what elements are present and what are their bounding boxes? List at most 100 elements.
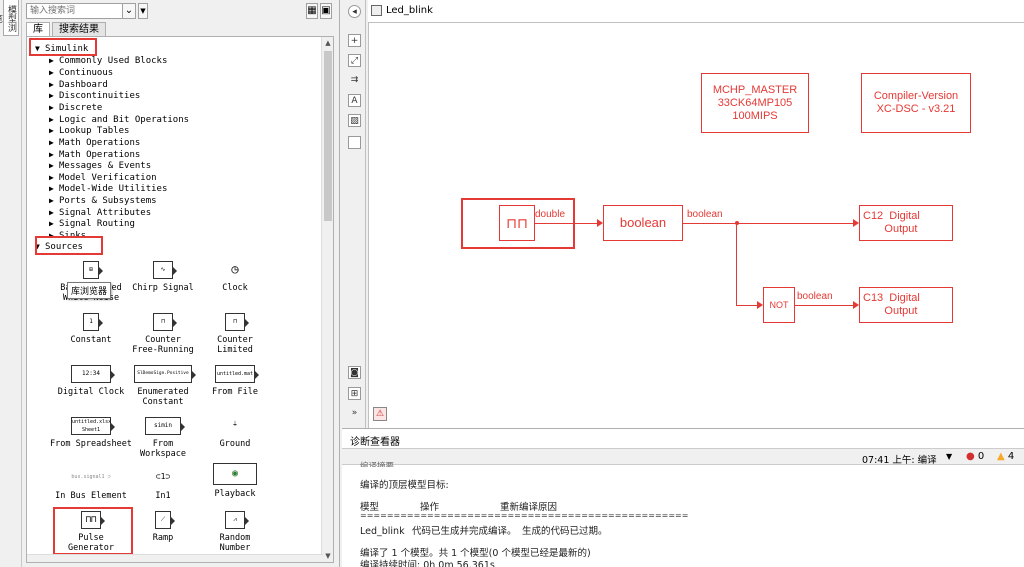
editor-breadcrumb-bar: Led_blink [368, 0, 1024, 22]
collapsed-triangle-icon: ▶ [49, 91, 54, 100]
tooltip: 库浏览器 [67, 282, 112, 299]
library-tabs: 库 搜索结果 [26, 22, 108, 36]
search-input[interactable] [26, 3, 136, 19]
boolean-block[interactable]: boolean [603, 205, 683, 241]
wire [736, 305, 758, 306]
error-count[interactable]: ● 0 [966, 451, 984, 462]
from-spreadsheet-icon: untitled.xlsx Sheet1 [71, 417, 115, 435]
model-canvas[interactable]: MCHP_MASTER 33CK64MP105 100MIPS Compiler… [368, 22, 1024, 428]
side-strip: 模型浏览 [0, 0, 22, 567]
diagnostic-viewer: 诊断查看器 07:41 上午: 编译 ▼ ● 0 ▲ 4 编译摘要 编译的顶层模… [342, 428, 1024, 567]
from-workspace-icon: simin [145, 417, 185, 435]
warning-count[interactable]: ▲ 4 [997, 451, 1014, 462]
diag-separator: ========================================… [360, 511, 689, 520]
c12-digital-output-block[interactable]: C12 Digital Output [859, 205, 953, 241]
playback-icon: ◉ [213, 463, 257, 485]
tree-item[interactable]: ▶ Math Operations [49, 137, 140, 149]
tree-item[interactable]: ▶ Commonly Used Blocks [49, 55, 167, 67]
text-icon[interactable]: A [348, 94, 361, 107]
ground-icon: ⏚ [223, 417, 247, 435]
report-icon[interactable]: ⚠ [373, 407, 387, 421]
tree-item[interactable]: ▶ Lookup Tables [49, 125, 129, 137]
collapsed-triangle-icon: ▶ [49, 115, 54, 124]
signal-label-boolean: boolean [687, 209, 723, 220]
wire [535, 223, 597, 224]
error-icon: ● [966, 451, 975, 462]
counter-limited-icon: ⊓ [225, 313, 249, 331]
diag-duration: 编译持续时间: 0h 0m 56.361s [360, 560, 495, 567]
clock-icon: ◷ [227, 261, 243, 279]
tree-item[interactable]: ▶ Discontinuities [49, 90, 140, 102]
tab-library[interactable]: 库 [26, 22, 50, 36]
breadcrumb[interactable]: Led_blink [386, 5, 433, 16]
tree-item[interactable]: ▶ Signal Routing [49, 218, 135, 230]
diag-target-line: 编译的顶层模型目标: [360, 480, 449, 491]
mchp-master-block[interactable]: MCHP_MASTER 33CK64MP105 100MIPS [701, 73, 809, 133]
collapsed-triangle-icon: ▶ [49, 138, 54, 147]
block-playback[interactable]: ◉ Playback [191, 463, 279, 499]
tree-item[interactable]: ▶ Discrete [49, 102, 102, 114]
collapsed-triangle-icon: ▶ [49, 184, 54, 193]
tree-icon[interactable]: ⊞ [348, 387, 361, 400]
area-icon[interactable] [348, 136, 361, 149]
fit-icon[interactable]: ⤢ [348, 54, 361, 67]
collapsed-triangle-icon: ▶ [49, 126, 54, 135]
c13-digital-output-block[interactable]: C13 Digital Output [859, 287, 953, 323]
white-noise-icon: ⊞ [83, 261, 103, 279]
arrows-icon[interactable]: ⇉ [348, 74, 361, 87]
refresh-icon[interactable]: ▦ [306, 3, 318, 19]
collapsed-triangle-icon: ▶ [49, 161, 54, 170]
scroll-thumb[interactable] [324, 51, 332, 221]
diagnostic-status-bar: 07:41 上午: 编译 ▼ ● 0 ▲ 4 [342, 448, 1024, 466]
editor-toolbar: ◂ + ⤢ ⇉ A ▨ ◙ ⊞ » [342, 0, 366, 428]
from-file-icon: untitled.mat [215, 365, 259, 383]
block-ground[interactable]: ⏚ Ground [191, 417, 279, 449]
library-vertical-scrollbar[interactable]: ▲ ▼ [321, 37, 333, 562]
search-history-icon[interactable]: ⌄ [122, 3, 136, 19]
search-dropdown-button[interactable]: ▼ [138, 3, 148, 19]
pin-icon[interactable]: ▣ [320, 3, 332, 19]
library-horizontal-scrollbar[interactable] [27, 554, 323, 562]
scroll-down-icon[interactable]: ▼ [322, 550, 333, 562]
image-icon[interactable]: ▨ [348, 114, 361, 127]
enumerated-constant-icon: SlDemoSign.Positive [134, 365, 196, 383]
back-icon[interactable]: ◂ [348, 5, 361, 18]
collapsed-triangle-icon: ▶ [49, 103, 54, 112]
model-browser-tab[interactable]: 模型浏览 [0, 0, 19, 36]
chevron-down-icon[interactable]: ▼ [946, 452, 952, 461]
ramp-icon: ⟋ [155, 511, 175, 529]
compiler-version-block[interactable]: Compiler-Version XC-DSC - v3.21 [861, 73, 971, 133]
digital-clock-icon: 12:34 [71, 365, 115, 383]
library-tree: ▼ Simulink ▶ Commonly Used Blocks ▶ Continu… [26, 36, 334, 563]
scroll-up-icon[interactable]: ▲ [322, 37, 333, 49]
warning-icon: ▲ [997, 451, 1005, 462]
in-bus-element-icon: bus.signal1 ⊃ [71, 469, 111, 487]
block-clock[interactable]: ◷ Clock [191, 261, 279, 293]
wire [736, 223, 737, 305]
camera-icon[interactable]: ◙ [348, 366, 361, 379]
tree-item[interactable]: ▶ Messages & Events [49, 160, 151, 172]
zoom-in-icon[interactable]: + [348, 34, 361, 47]
collapsed-triangle-icon: ▶ [49, 150, 54, 159]
collapsed-triangle-icon: ▶ [49, 196, 54, 205]
collapsed-triangle-icon: ▶ [49, 208, 54, 217]
collapsed-triangle-icon: ▶ [49, 68, 54, 77]
block-from-file[interactable]: untitled.mat From File [191, 365, 279, 397]
tab-search-results[interactable]: 搜索结果 [52, 22, 106, 36]
in1-icon: ⊂1⊃ [154, 469, 172, 487]
not-block[interactable]: NOT [763, 287, 795, 323]
diag-data-row: Led_blink 代码已生成并完成编译。 生成的代码已过期。 [360, 526, 608, 537]
tree-item[interactable]: ▶ Model-Wide Utilities [49, 183, 167, 195]
wire [683, 223, 853, 224]
diagnostic-timestamp[interactable]: 07:41 上午: 编译 [862, 452, 937, 466]
block-random-number[interactable]: ⩘ Random Number [191, 511, 279, 553]
collapsed-triangle-icon: ▶ [49, 80, 54, 89]
block-counter-limited[interactable]: ⊓ Counter Limited [191, 313, 279, 355]
tree-item[interactable]: ▶ Ports & Subsystems [49, 195, 157, 207]
more-icon[interactable]: » [348, 407, 361, 420]
signal-label-double: double [535, 209, 566, 220]
tree-item[interactable]: ▶ Continuous [49, 67, 113, 79]
model-editor: ◂ + ⤢ ⇉ A ▨ ◙ ⊞ » Led_blink MCHP_MASTER … [342, 0, 1024, 428]
wire [795, 305, 853, 306]
signal-label-boolean-2: boolean [797, 291, 833, 302]
